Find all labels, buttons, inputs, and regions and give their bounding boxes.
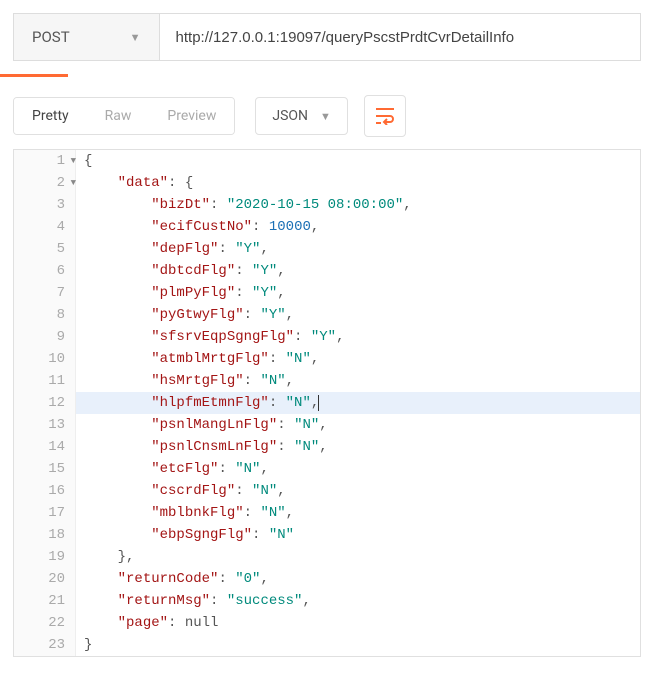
url-input[interactable] [160,13,641,61]
line-number: 5 [14,238,76,260]
response-toolbar: Pretty Raw Preview JSON ▼ [0,77,654,149]
line-number: 12 [14,392,76,414]
format-select[interactable]: JSON ▼ [255,97,348,135]
line-number: 19 [14,546,76,568]
line-number: 6 [14,260,76,282]
line-number: 7 [14,282,76,304]
wrap-icon [375,107,395,125]
http-method-select[interactable]: POST ▼ [13,13,160,61]
chevron-down-icon: ▼ [320,110,331,123]
line-number: 21 [14,590,76,612]
view-mode-tabs: Pretty Raw Preview [13,97,235,135]
line-number: 23 [14,634,76,656]
line-number: 2▼ [14,172,76,194]
tab-indicator [0,74,654,77]
http-method-value: POST [32,28,70,46]
line-number: 4 [14,216,76,238]
line-number: 10 [14,348,76,370]
line-number: 22 [14,612,76,634]
format-value: JSON [272,108,308,124]
line-number: 15 [14,458,76,480]
line-number: 9 [14,326,76,348]
line-number: 11 [14,370,76,392]
fold-icon[interactable]: ▼ [71,172,76,194]
request-bar: POST ▼ [0,0,654,74]
tab-pretty[interactable]: Pretty [14,98,87,134]
chevron-down-icon: ▼ [130,31,141,44]
wrap-lines-button[interactable] [364,95,406,137]
line-number: 8 [14,304,76,326]
line-number: 1▼ [14,150,76,172]
tab-preview[interactable]: Preview [149,98,234,134]
line-number: 18 [14,524,76,546]
line-number: 13 [14,414,76,436]
response-body[interactable]: 1▼{ 2▼ "data": { 3 "bizDt": "2020-10-15 … [13,149,641,657]
fold-icon[interactable]: ▼ [71,150,76,172]
tab-raw[interactable]: Raw [87,98,150,134]
line-number: 16 [14,480,76,502]
line-number: 17 [14,502,76,524]
line-number: 14 [14,436,76,458]
line-number: 3 [14,194,76,216]
line-number: 20 [14,568,76,590]
